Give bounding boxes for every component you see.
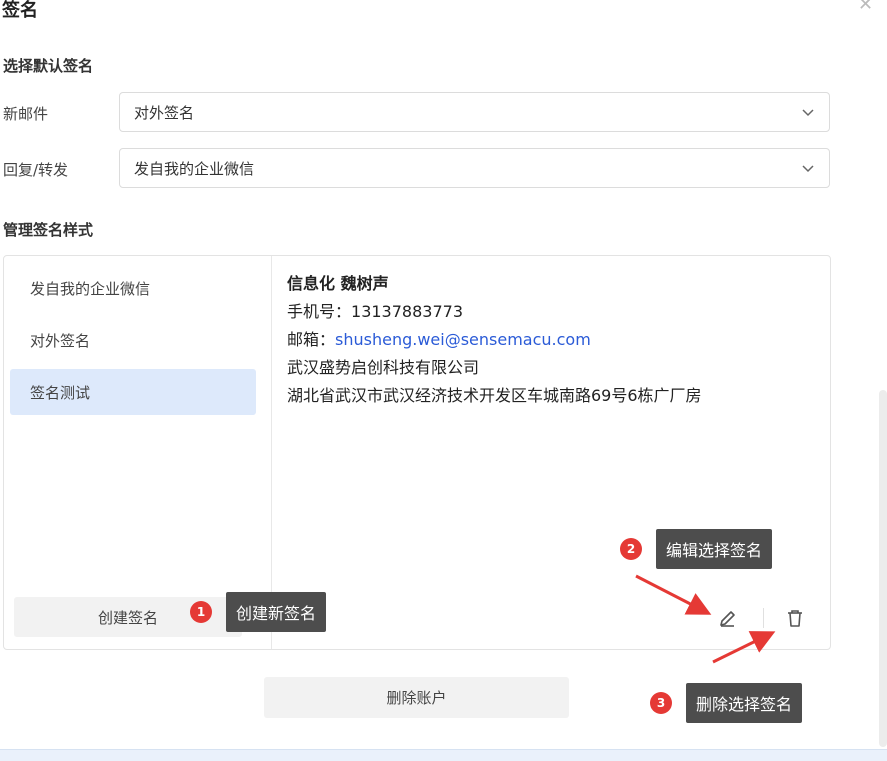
signature-item[interactable]: 对外签名 <box>10 317 256 363</box>
scrollbar-thumb[interactable] <box>879 390 887 747</box>
new-mail-select[interactable]: 对外签名 <box>119 92 830 132</box>
dialog-title: 签名 <box>2 0 38 21</box>
signature-item-selected[interactable]: 签名测试 <box>10 369 256 415</box>
preview-address: 湖北省武汉市武汉经济技术开发区车城南路69号6栋广厂房 <box>287 386 702 405</box>
signature-list: 发自我的企业微信 对外签名 签名测试 创建签名 <box>4 256 272 649</box>
reply-forward-label: 回复/转发 <box>3 161 69 179</box>
signature-preview: 信息化 魏树声 手机号：13137883773 邮箱：shusheng.wei@… <box>287 270 702 410</box>
reply-forward-select-value: 发自我的企业微信 <box>134 159 255 178</box>
preview-company: 武汉盛势启创科技有限公司 <box>287 358 480 377</box>
annotation-edit: 编辑选择签名 <box>656 529 773 569</box>
close-icon[interactable]: ✕ <box>858 0 873 15</box>
preview-name: 信息化 魏树声 <box>287 274 389 293</box>
preview-email-link[interactable]: shusheng.wei@sensemacu.com <box>335 330 591 349</box>
bottom-bar <box>0 749 887 761</box>
preview-email-label: 邮箱： <box>287 330 336 349</box>
reply-forward-select[interactable]: 发自我的企业微信 <box>119 148 830 188</box>
preview-phone: 13137883773 <box>351 302 463 321</box>
signature-item-label: 签名测试 <box>30 383 91 402</box>
trash-icon[interactable] <box>780 604 810 634</box>
signature-item-label: 对外签名 <box>30 331 91 350</box>
preview-email-row: 邮箱：shusheng.wei@sensemacu.com <box>287 326 702 354</box>
signature-item[interactable]: 发自我的企业微信 <box>10 265 256 311</box>
action-divider <box>763 608 764 628</box>
annotation-delete: 删除选择签名 <box>686 683 803 723</box>
new-mail-select-value: 对外签名 <box>134 103 195 122</box>
manage-signature-heading: 管理签名样式 <box>3 221 94 239</box>
signature-item-label: 发自我的企业微信 <box>30 279 151 298</box>
preview-phone-label: 手机号： <box>287 302 352 321</box>
chevron-down-icon <box>802 165 814 173</box>
annotation-badge-3: 3 <box>650 692 672 714</box>
new-mail-label: 新邮件 <box>3 105 49 123</box>
signature-manager: 发自我的企业微信 对外签名 签名测试 创建签名 信息化 魏树声 手机号：1313… <box>3 255 831 650</box>
delete-account-button[interactable]: 删除账户 <box>264 677 569 718</box>
default-signature-heading: 选择默认签名 <box>3 57 94 75</box>
chevron-down-icon <box>802 109 814 117</box>
preview-phone-row: 手机号：13137883773 <box>287 298 702 326</box>
annotation-badge-2: 2 <box>620 538 642 560</box>
annotation-badge-1: 1 <box>190 601 212 623</box>
pencil-icon[interactable] <box>712 604 742 634</box>
annotation-create: 创建新签名 <box>226 592 327 632</box>
